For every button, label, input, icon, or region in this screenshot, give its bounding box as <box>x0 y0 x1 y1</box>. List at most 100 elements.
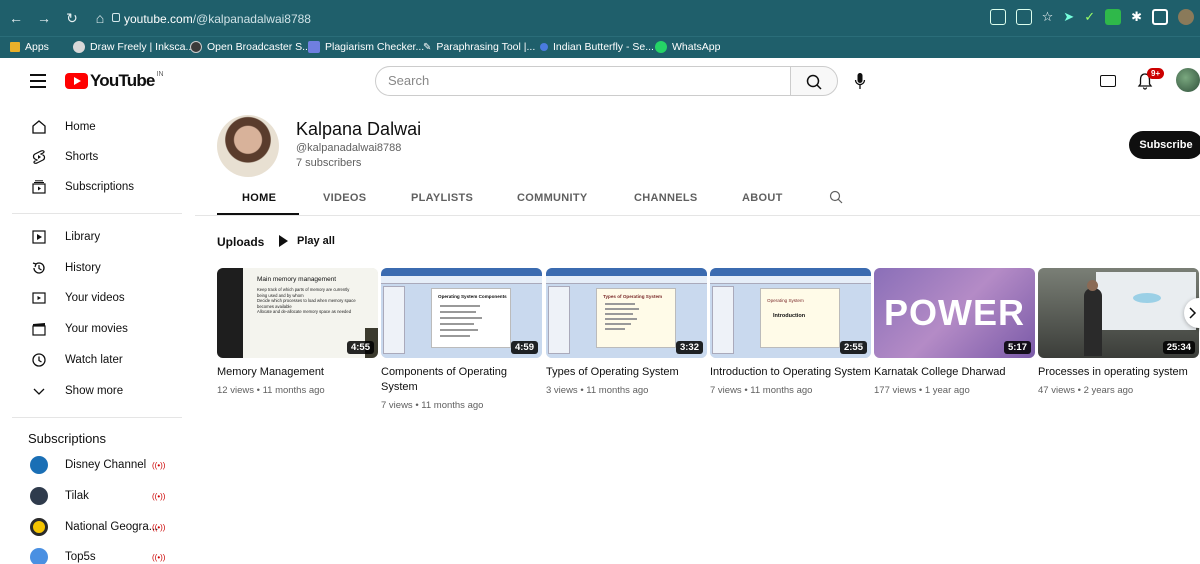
extension-grammar-icon[interactable] <box>1105 9 1122 25</box>
subscriber-count: 7 subscribers <box>296 157 362 169</box>
video-thumbnail[interactable]: Operating System Introduction 2:55 <box>710 268 871 358</box>
extension-check-icon[interactable]: ✓ <box>1084 9 1095 25</box>
sidebar-label: Your videos <box>65 292 125 304</box>
notification-badge: 9+ <box>1147 68 1165 79</box>
video-title[interactable]: Types of Operating System <box>546 365 707 380</box>
channel-avatar-large[interactable] <box>217 115 279 177</box>
whatsapp-icon <box>655 41 667 53</box>
video-card[interactable]: Main memory management Keep track of whi… <box>217 268 378 396</box>
clock-icon <box>30 351 48 369</box>
thumb-heading: Main memory management <box>257 276 337 283</box>
bookmark-label: Draw Freely | Inksca... <box>90 41 195 53</box>
video-meta: 12 views • 11 months ago <box>217 385 325 396</box>
bookmark-inkscape[interactable]: Draw Freely | Inksca... <box>73 41 194 53</box>
sidebar-item-shorts[interactable]: Shorts <box>0 142 190 172</box>
address-bar[interactable]: youtube.com/@kalpanadalwai8788 <box>124 12 311 26</box>
uploads-heading[interactable]: Uploads <box>217 235 264 249</box>
sidebar-item-watch-later[interactable]: Watch later <box>0 345 190 375</box>
apps-grid-icon <box>10 42 20 52</box>
plagiarism-icon <box>308 41 320 53</box>
video-duration: 2:55 <box>839 341 867 354</box>
video-duration: 25:34 <box>1162 341 1195 354</box>
play-icon <box>279 235 288 247</box>
search-input[interactable]: Search <box>375 66 791 96</box>
logo-text: YouTube <box>90 71 155 90</box>
video-thumbnail[interactable]: POWER 5:17 <box>874 268 1035 358</box>
tab-channels[interactable]: CHANNELS <box>634 192 698 204</box>
subscriptions-icon <box>30 178 48 196</box>
video-meta: 177 views • 1 year ago <box>874 385 970 396</box>
account-avatar[interactable] <box>1176 68 1200 92</box>
subscription-item[interactable]: Disney Channel ((•)) <box>0 450 190 480</box>
tab-about[interactable]: ABOUT <box>742 192 783 204</box>
live-indicator-icon: ((•)) <box>152 552 166 562</box>
video-title[interactable]: Introduction to Operating System <box>710 365 871 380</box>
video-thumbnail[interactable]: Types of Operating System 3:32 <box>546 268 707 358</box>
tab-home[interactable]: HOME <box>242 192 276 204</box>
video-title[interactable]: Components of Operating System <box>381 365 542 395</box>
mic-icon[interactable] <box>854 72 866 90</box>
puzzle-icon[interactable]: ✱ <box>1131 9 1142 25</box>
sidepanel-icon[interactable] <box>1152 9 1168 25</box>
star-icon[interactable]: ☆ <box>1042 9 1054 25</box>
sidebar-item-your-videos[interactable]: Your videos <box>0 283 190 313</box>
sidebar-item-history[interactable]: History <box>0 253 190 283</box>
live-indicator-icon: ((•)) <box>152 522 166 532</box>
history-icon <box>30 259 48 277</box>
video-thumbnail[interactable]: 25:34 <box>1038 268 1199 358</box>
channel-search-icon[interactable] <box>829 190 843 204</box>
sidebar-item-home[interactable]: Home <box>0 112 190 142</box>
create-video-icon[interactable] <box>1100 75 1116 87</box>
tab-community[interactable]: COMMUNITY <box>517 192 588 204</box>
subscription-item[interactable]: Top5s ((•)) <box>0 542 190 564</box>
extension-send-icon[interactable]: ➤ <box>1063 9 1074 25</box>
profile-icon[interactable] <box>1178 9 1194 25</box>
country-code: IN <box>156 70 164 78</box>
sidebar-item-subscriptions[interactable]: Subscriptions <box>0 172 190 202</box>
video-thumbnail[interactable]: Operating System Components 4:59 <box>381 268 542 358</box>
channel-avatar <box>30 518 48 536</box>
bookmark-plagiarism[interactable]: Plagiarism Checker... <box>308 41 424 53</box>
youtube-play-icon <box>65 73 88 89</box>
share-icon[interactable] <box>1015 9 1032 25</box>
bookmark-butterfly[interactable]: Indian Butterfly - Se... <box>540 41 654 53</box>
bookmark-apps[interactable]: Apps <box>10 41 49 53</box>
video-title[interactable]: Processes in operating system <box>1038 365 1199 380</box>
browser-toolbar: ← → ↻ ⌂ youtube.com/@kalpanadalwai8788 ☆… <box>0 0 1200 36</box>
youtube-logo[interactable]: YouTube IN <box>65 71 164 91</box>
video-title[interactable]: Memory Management <box>217 365 378 380</box>
tab-videos[interactable]: VIDEOS <box>323 192 366 204</box>
forward-arrow-icon[interactable]: → <box>36 10 52 26</box>
search-button[interactable] <box>790 66 838 96</box>
sidebar-item-library[interactable]: Library <box>0 222 190 252</box>
video-card[interactable]: Operating System Components 4:59 Compone… <box>381 268 542 411</box>
tab-playlists[interactable]: PLAYLISTS <box>411 192 473 204</box>
sidebar-label: Library <box>65 231 101 243</box>
sidebar-label: Show more <box>65 385 124 397</box>
thumb-heading: Operating System Components <box>438 294 507 299</box>
video-card[interactable]: 25:34 Processes in operating system 47 v… <box>1038 268 1199 396</box>
video-title[interactable]: Karnatak College Dharwad <box>874 365 1035 380</box>
bookmark-paraphrasing[interactable]: ✎ Paraphrasing Tool |... <box>423 41 535 53</box>
play-all-button[interactable]: Play all <box>279 235 335 247</box>
video-card[interactable]: Operating System Introduction 2:55 Intro… <box>710 268 871 396</box>
sidebar-item-show-more[interactable]: Show more <box>0 376 190 406</box>
reload-icon[interactable]: ↻ <box>64 10 80 26</box>
video-thumbnail[interactable]: Main memory management Keep track of whi… <box>217 268 378 358</box>
video-card[interactable]: Types of Operating System 3:32 Types of … <box>546 268 707 396</box>
install-icon[interactable] <box>989 9 1006 25</box>
menu-icon[interactable] <box>30 74 46 92</box>
video-duration: 4:59 <box>510 341 538 354</box>
subscription-item[interactable]: National Geogra... ((•)) <box>0 512 190 542</box>
subscription-item[interactable]: Tilak ((•)) <box>0 481 190 511</box>
bookmark-obs[interactable]: Open Broadcaster S... <box>190 41 311 53</box>
sidebar-label: Watch later <box>65 354 123 366</box>
back-arrow-icon[interactable]: ← <box>8 10 24 26</box>
bookmark-whatsapp[interactable]: WhatsApp <box>655 41 720 53</box>
sidebar-item-your-movies[interactable]: Your movies <box>0 314 190 344</box>
video-card[interactable]: POWER 5:17 Karnatak College Dharwad 177 … <box>874 268 1035 396</box>
live-indicator-icon: ((•)) <box>152 460 166 470</box>
carousel-next-button[interactable] <box>1184 298 1200 328</box>
subscribe-button[interactable]: Subscribe <box>1129 131 1200 159</box>
home-browser-icon[interactable]: ⌂ <box>92 10 108 26</box>
